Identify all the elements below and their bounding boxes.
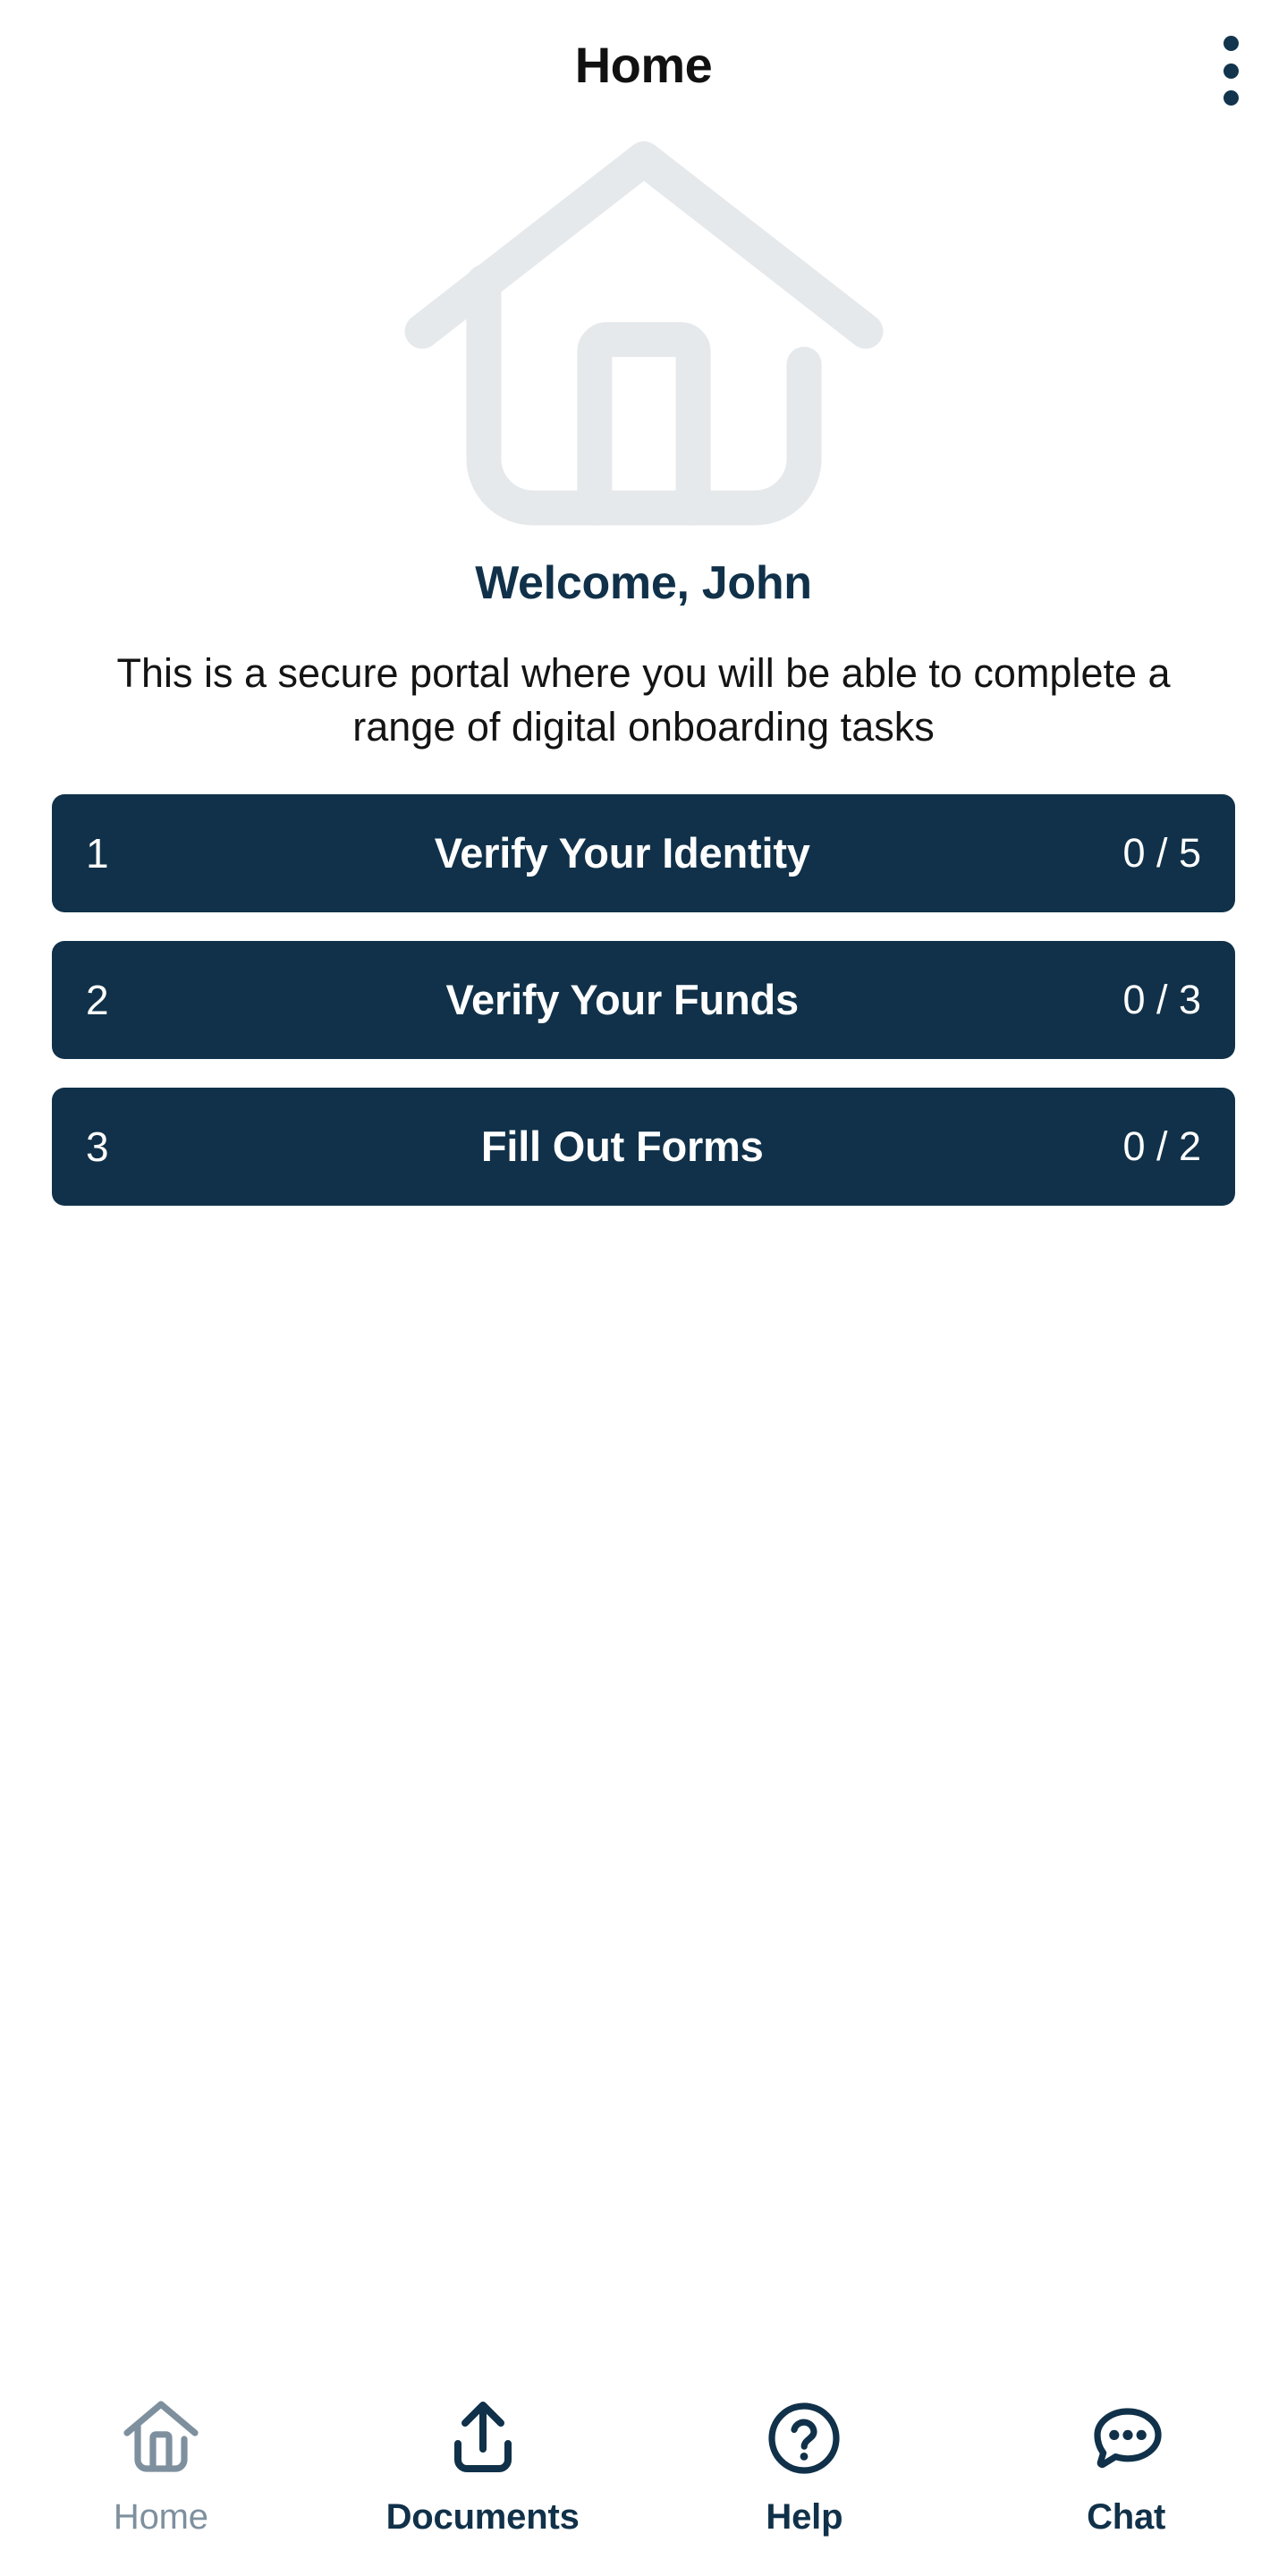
kebab-dot-2 — [1223, 63, 1239, 79]
nav-item-documents[interactable]: Documents — [322, 2395, 644, 2535]
task-card-fill-out-forms[interactable]: 3 Fill Out Forms 0 / 2 — [52, 1087, 1235, 1206]
chat-bubble-icon — [1083, 2395, 1169, 2481]
house-outline-icon — [394, 134, 894, 537]
kebab-dot-3 — [1223, 90, 1239, 106]
task-progress-count: 0 / 3 — [1122, 976, 1201, 1022]
task-title: Verify Your Funds — [445, 976, 799, 1024]
kebab-dot-1 — [1223, 36, 1239, 51]
app-header: Home — [0, 0, 1287, 130]
nav-item-chat[interactable]: Chat — [965, 2395, 1287, 2535]
task-card-verify-funds[interactable]: 2 Verify Your Funds 0 / 3 — [52, 940, 1235, 1059]
home-icon — [118, 2395, 204, 2481]
portal-description: This is a secure portal where you will b… — [116, 650, 1171, 750]
nav-item-help[interactable]: Help — [644, 2395, 966, 2535]
nav-label-help: Help — [766, 2497, 843, 2537]
bottom-navigation-bar: Home Documents Help Chat — [0, 2352, 1287, 2576]
hero-section: Welcome, John This is a secure portal wh… — [0, 130, 1287, 753]
nav-label-documents: Documents — [385, 2497, 580, 2537]
task-title: Fill Out Forms — [480, 1123, 764, 1171]
task-title: Verify Your Identity — [434, 829, 810, 877]
upload-icon — [440, 2395, 526, 2481]
task-progress-count: 0 / 5 — [1122, 829, 1201, 876]
app-screen: Home Welcome, John This is a secure port… — [0, 0, 1287, 2576]
question-circle-icon — [761, 2395, 847, 2481]
nav-label-home: Home — [113, 2497, 208, 2537]
task-progress-count: 0 / 2 — [1122, 1123, 1201, 1169]
nav-item-home[interactable]: Home — [0, 2395, 322, 2535]
nav-label-chat: Chat — [1087, 2497, 1166, 2537]
welcome-heading: Welcome, John — [475, 557, 812, 609]
task-list: 1 Verify Your Identity 0 / 5 2 Verify Yo… — [0, 793, 1287, 1206]
page-title: Home — [574, 36, 713, 93]
kebab-menu-icon[interactable] — [1199, 30, 1262, 111]
task-card-verify-identity[interactable]: 1 Verify Your Identity 0 / 5 — [52, 793, 1235, 912]
